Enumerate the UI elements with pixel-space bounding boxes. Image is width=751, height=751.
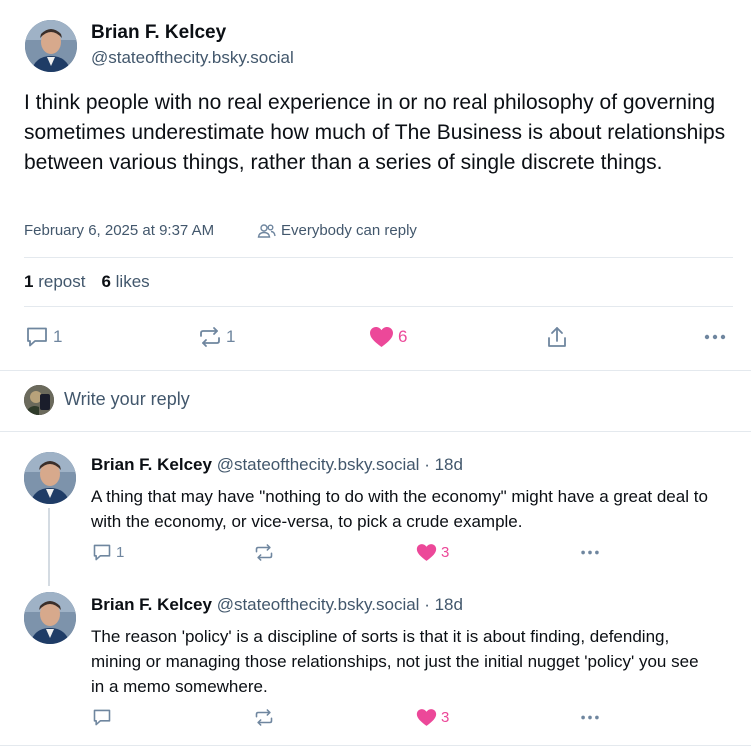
reply-button[interactable]: 1 xyxy=(25,326,62,348)
author-handle[interactable]: @stateofthecity.bsky.social xyxy=(91,48,294,68)
reply-header: Brian F. Kelcey @stateofthecity.bsky.soc… xyxy=(91,595,463,615)
reply-input[interactable]: Write your reply xyxy=(64,389,190,410)
reply-text: A thing that may have "nothing to do wit… xyxy=(91,487,708,531)
reply-author-name[interactable]: Brian F. Kelcey xyxy=(91,455,212,474)
share-button[interactable] xyxy=(546,326,568,349)
reply-author-name[interactable]: Brian F. Kelcey xyxy=(91,595,212,614)
like-count: 6 xyxy=(398,327,408,346)
more-dots-icon xyxy=(579,708,601,727)
heart-filled-icon xyxy=(416,543,437,562)
reply-like-count: 3 xyxy=(441,544,450,561)
reply-setting: Everybody can reply xyxy=(257,222,417,239)
heart-filled-icon xyxy=(416,708,437,727)
likes-stat[interactable]: 6 likes xyxy=(101,272,149,292)
divider xyxy=(0,431,751,432)
reply-repost-button[interactable] xyxy=(254,543,274,562)
reply-repost-button[interactable] xyxy=(254,708,274,727)
reply-reply-button[interactable] xyxy=(92,708,116,727)
reply-author-avatar[interactable] xyxy=(24,452,76,504)
repost-button[interactable]: 1 xyxy=(198,326,235,348)
reply-reply-button[interactable]: 1 xyxy=(92,543,124,562)
post-timestamp[interactable]: February 6, 2025 at 9:37 AM xyxy=(24,222,214,239)
people-icon xyxy=(257,223,276,238)
reply-author-handle[interactable]: @stateofthecity.bsky.social xyxy=(217,595,420,614)
reply-more-button[interactable] xyxy=(579,708,601,727)
post-text: I think people with no real experience i… xyxy=(24,91,726,174)
repost-count: 1 xyxy=(226,327,236,346)
reply-age[interactable]: · 18d xyxy=(424,595,463,614)
reply-reply-count: 1 xyxy=(116,544,125,561)
reply-count: 1 xyxy=(53,327,63,346)
reply-like-button[interactable]: 3 xyxy=(416,543,449,562)
share-icon xyxy=(546,326,568,349)
reply-author-handle[interactable]: @stateofthecity.bsky.social xyxy=(217,455,420,474)
reply-author-avatar[interactable] xyxy=(24,592,76,644)
author-name[interactable]: Brian F. Kelcey xyxy=(91,22,226,44)
repost-stat[interactable]: 1 repost xyxy=(24,272,85,292)
repost-icon xyxy=(254,543,274,562)
engagement-stats: 1 repost 6 likes xyxy=(24,272,150,292)
more-dots-icon xyxy=(703,326,727,348)
divider xyxy=(24,257,733,258)
reply-header: Brian F. Kelcey @stateofthecity.bsky.soc… xyxy=(91,455,463,475)
comment-icon xyxy=(25,326,49,348)
current-user-avatar xyxy=(24,385,54,415)
more-options-button[interactable] xyxy=(703,326,727,348)
reply-age[interactable]: · 18d xyxy=(424,455,463,474)
thread-line xyxy=(48,508,50,586)
divider xyxy=(0,370,751,371)
author-avatar[interactable] xyxy=(25,20,77,72)
reply-like-count: 3 xyxy=(441,709,450,726)
more-dots-icon xyxy=(579,543,601,562)
repost-icon xyxy=(198,326,222,348)
divider xyxy=(24,306,733,307)
reply-text: The reason 'policy' is a discipline of s… xyxy=(91,627,699,696)
reply-like-button[interactable]: 3 xyxy=(416,708,449,727)
like-button[interactable]: 6 xyxy=(369,326,407,348)
heart-filled-icon xyxy=(369,326,394,348)
comment-icon xyxy=(92,708,112,727)
divider xyxy=(0,745,751,746)
repost-icon xyxy=(254,708,274,727)
reply-more-button[interactable] xyxy=(579,543,601,562)
reply-setting-label: Everybody can reply xyxy=(281,222,417,239)
comment-icon xyxy=(92,543,112,562)
